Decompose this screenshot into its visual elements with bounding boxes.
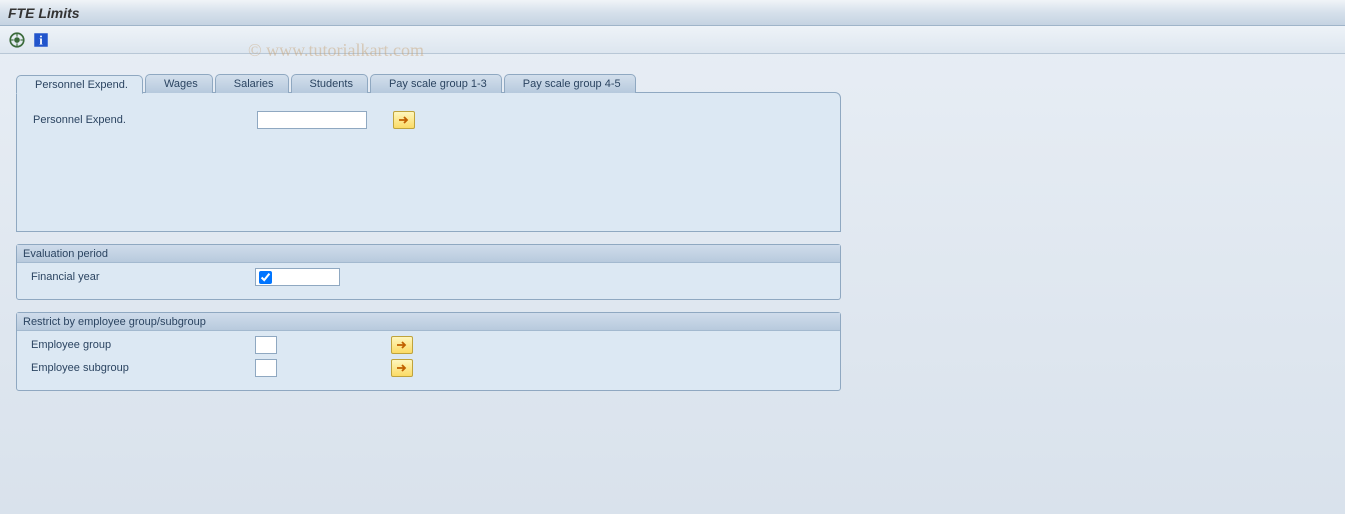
personnel-expend-input[interactable] (257, 111, 367, 129)
group-header: Evaluation period (17, 245, 840, 263)
financial-year-checkbox[interactable] (259, 271, 272, 284)
group-evaluation-period: Evaluation period Financial year (16, 244, 841, 300)
tab-wages[interactable]: Wages (145, 74, 213, 93)
field-row-employee-group: Employee group (25, 336, 832, 354)
toolbar: i (0, 26, 1345, 54)
tab-label: Pay scale group 4-5 (523, 78, 621, 90)
tab-label: Personnel Expend. (35, 79, 128, 91)
content-area: Personnel Expend. Wages Salaries Student… (0, 54, 1345, 399)
tab-label: Students (310, 78, 353, 90)
multiple-selection-button[interactable] (391, 336, 413, 354)
employee-subgroup-input[interactable] (255, 359, 277, 377)
execute-icon[interactable] (8, 31, 26, 49)
tab-label: Salaries (234, 78, 274, 90)
field-row-financial-year: Financial year (25, 268, 832, 286)
tab-pay-scale-4-5[interactable]: Pay scale group 4-5 (504, 74, 636, 93)
field-label: Employee subgroup (25, 362, 255, 374)
tab-label: Pay scale group 1-3 (389, 78, 487, 90)
svg-text:i: i (39, 33, 43, 47)
group-restrict-employee: Restrict by employee group/subgroup Empl… (16, 312, 841, 391)
tab-label: Wages (164, 78, 198, 90)
tab-personnel-expend[interactable]: Personnel Expend. (16, 75, 143, 94)
tab-strip: Personnel Expend. Wages Salaries Student… (16, 74, 1337, 93)
tab-salaries[interactable]: Salaries (215, 74, 289, 93)
multiple-selection-button[interactable] (391, 359, 413, 377)
multiple-selection-button[interactable] (393, 111, 415, 129)
title-bar: FTE Limits (0, 0, 1345, 26)
financial-year-input-wrapper (255, 268, 340, 286)
field-label: Employee group (25, 339, 255, 351)
group-header: Restrict by employee group/subgroup (17, 313, 840, 331)
tab-panel-personnel-expend: Personnel Expend. (16, 92, 841, 232)
tab-pay-scale-1-3[interactable]: Pay scale group 1-3 (370, 74, 502, 93)
info-icon[interactable]: i (32, 31, 50, 49)
field-label: Personnel Expend. (27, 114, 257, 126)
tab-students[interactable]: Students (291, 74, 368, 93)
page-title: FTE Limits (8, 5, 80, 21)
field-row-personnel-expend: Personnel Expend. (27, 111, 830, 129)
field-label: Financial year (25, 271, 255, 283)
field-row-employee-subgroup: Employee subgroup (25, 359, 832, 377)
employee-group-input[interactable] (255, 336, 277, 354)
